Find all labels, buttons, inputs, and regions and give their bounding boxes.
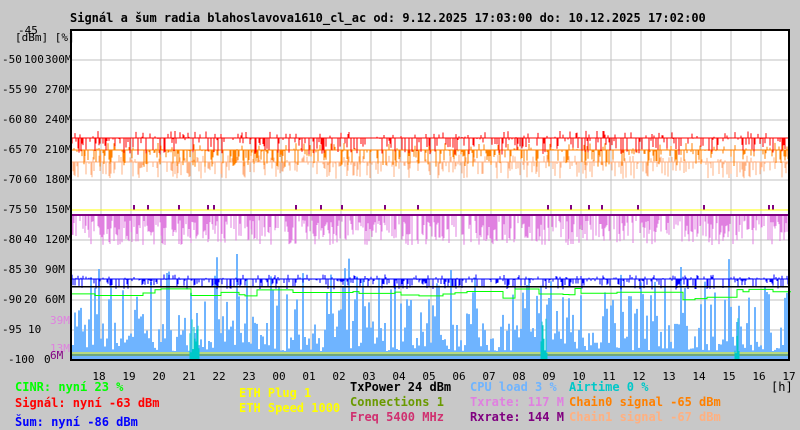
y-tick-rate: 90M (45, 263, 65, 276)
y-tick-percent: 40 (24, 233, 38, 246)
y-tick-rate: 150M (45, 203, 72, 216)
legend-txpower: TxPower 24 dBm (350, 380, 452, 394)
y-tick-rate: 240M (45, 113, 72, 126)
y-tick-dbm: -90 (2, 293, 22, 306)
rate-marker: 39M (50, 314, 70, 327)
y-tick-rate: 270M (45, 83, 72, 96)
legend-signal: Signál: nyní -63 dBm (15, 396, 160, 410)
y-tick-dbm: -60 (2, 113, 22, 126)
x-axis-unit: [h] (771, 380, 793, 394)
y-tick-percent: 60 (24, 173, 38, 186)
x-tick-label: 23 (242, 370, 255, 383)
y-tick-percent: 100 (24, 53, 44, 66)
y-tick-dbm: -75 (2, 203, 22, 216)
y-tick-percent: 10 (28, 323, 42, 336)
x-tick-label: 20 (152, 370, 165, 383)
x-tick-label: 06 (452, 370, 465, 383)
legend-eth-speed: ETH Speed 1000 (239, 401, 341, 415)
x-tick-label: 19 (122, 370, 135, 383)
y-tick-percent: 20 (24, 293, 38, 306)
y-tick-dbm: -85 (2, 263, 22, 276)
y-tick-dbm: -80 (2, 233, 22, 246)
rate-marker: 6M (50, 349, 64, 362)
y-tick-percent: 90 (24, 83, 38, 96)
x-tick-label: 02 (332, 370, 345, 383)
y-tick-dbm: -55 (2, 83, 22, 96)
x-tick-label: 15 (722, 370, 735, 383)
y-tick-percent: 80 (24, 113, 38, 126)
x-tick-label: 22 (212, 370, 225, 383)
chart-svg: 18 19 20 21 22 23 00 01 02 03 04 05 06 07 08 09 10 11 12 13… (70, 29, 796, 383)
y-tick-rate: 120M (45, 233, 72, 246)
legend-cpu: CPU load 3 % (470, 380, 557, 394)
y-tick-rate: 60M (45, 293, 65, 306)
y-tick-dbm: -50 (2, 53, 22, 66)
legend-noise: Šum: nyní -86 dBm (15, 415, 138, 429)
x-tick-label: 00 (272, 370, 285, 383)
legend-txrate: Txrate: 117 M (470, 395, 564, 409)
x-tick-label: 16 (752, 370, 765, 383)
legend-airtime: Airtime 0 % (569, 380, 649, 394)
legend-eth-plug: ETH Plug 1 (239, 386, 312, 400)
legend-chain0: Chain0 signal -65 dBm (569, 395, 721, 409)
y-tick-dbm: -70 (2, 173, 22, 186)
y-tick-dbm: -100 (8, 353, 35, 366)
y-tick-rate: 210M (45, 143, 72, 156)
legend-freq: Freq 5400 MHz (350, 410, 444, 424)
y-tick-rate: 180M (45, 173, 72, 186)
y-tick-percent: 30 (24, 263, 38, 276)
y-tick-rate: 300M (45, 53, 72, 66)
legend-rxrate: Rxrate: 144 M (470, 410, 564, 424)
y-tick-percent: 70 (24, 143, 38, 156)
x-tick-label: 13 (662, 370, 675, 383)
x-tick-label: 14 (692, 370, 706, 383)
x-tick-label: 01 (302, 370, 315, 383)
legend-chain1: Chain1 signal -67 dBm (569, 410, 721, 424)
y-tick-dbm: -65 (2, 143, 22, 156)
legend-cinr: CINR: nyní 23 % (15, 380, 124, 394)
y-axis-unit: [dBm] [%] (15, 31, 75, 44)
x-tick-label: 21 (182, 370, 195, 383)
legend-connections: Connections 1 (350, 395, 444, 409)
y-tick-dbm: -95 (2, 323, 22, 336)
y-tick-percent: 50 (24, 203, 38, 216)
